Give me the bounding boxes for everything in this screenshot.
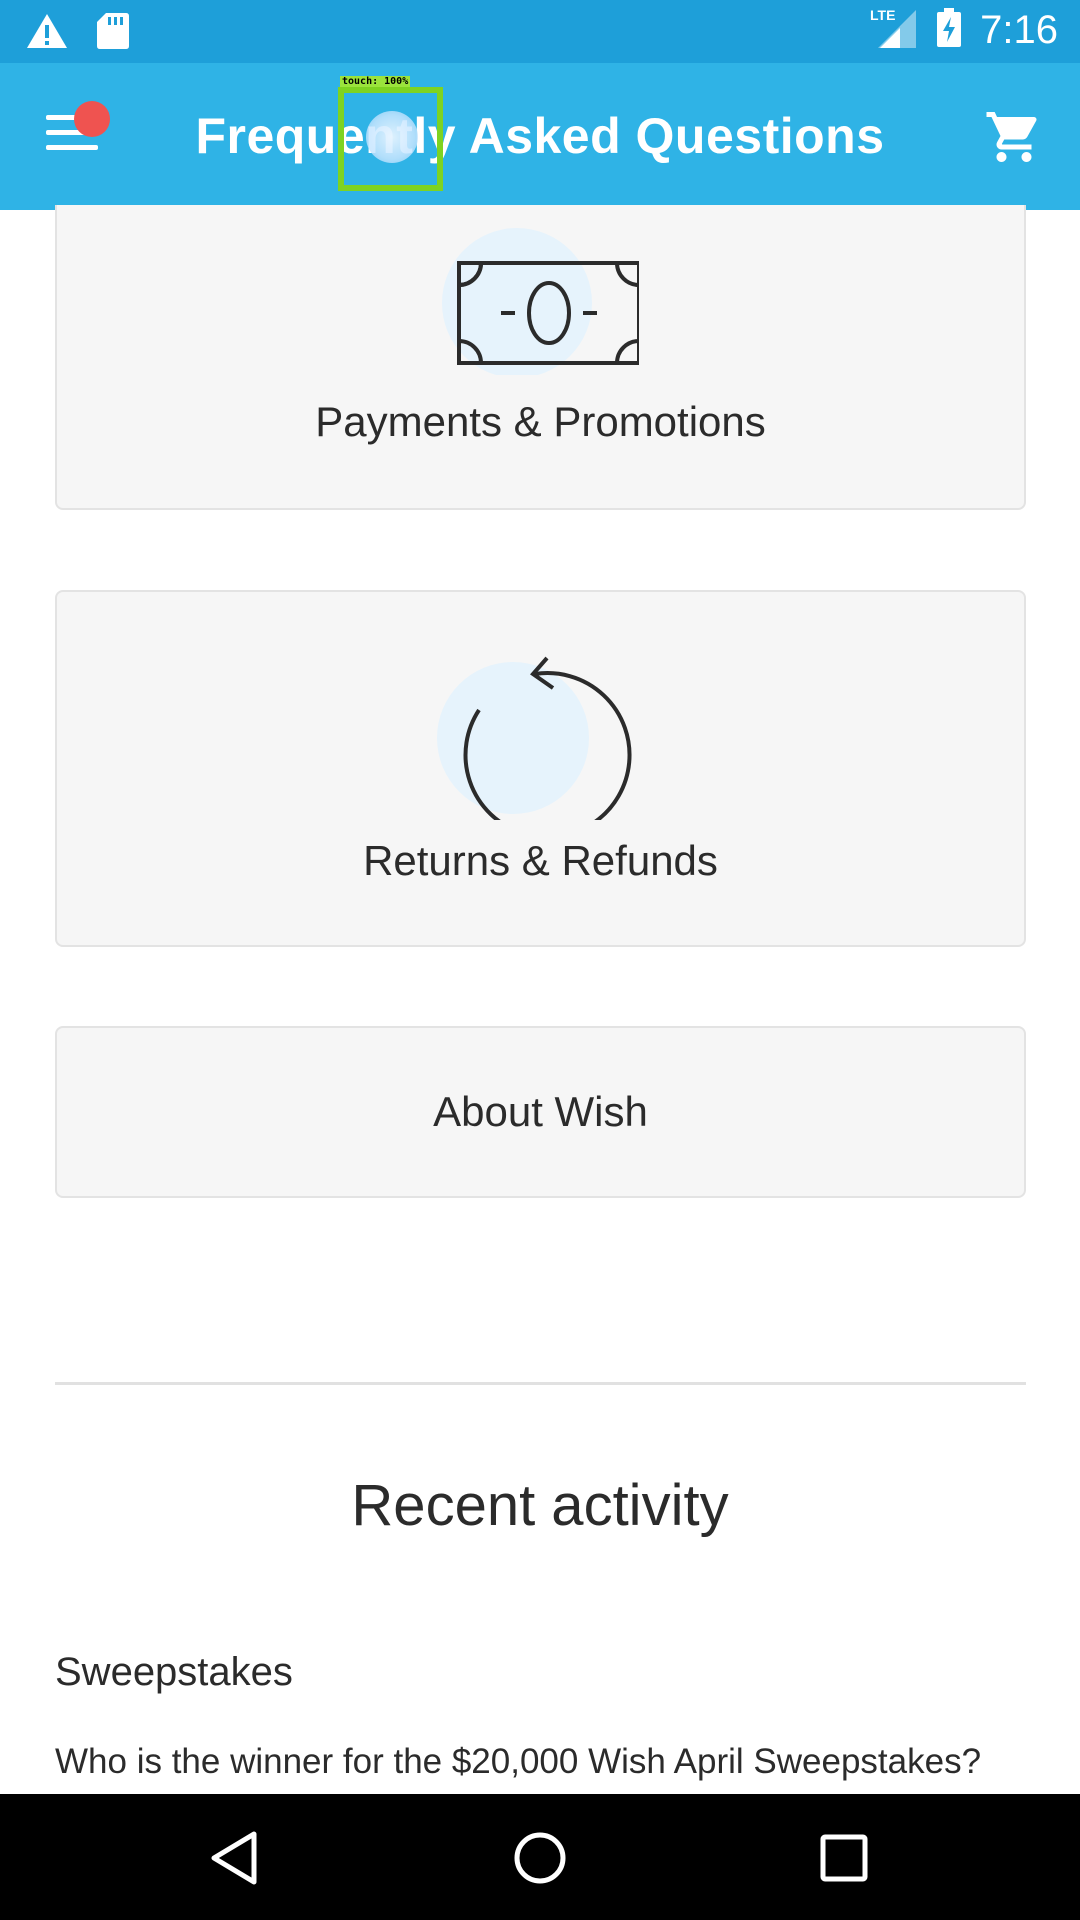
app-bar: Frequently Asked Questions	[0, 63, 1080, 210]
status-time: 7:16	[980, 8, 1058, 52]
page-title: Frequently Asked Questions	[195, 108, 885, 164]
recent-activity-title: Recent activity	[351, 1473, 729, 1538]
touch-label: touch: 100%	[340, 76, 411, 87]
section-divider	[55, 1382, 1026, 1385]
activity-category: Sweepstakes	[55, 1650, 293, 1694]
faq-card-label: Payments & Promotions	[315, 398, 766, 445]
faq-card-returns[interactable]: Returns & Refunds	[55, 590, 1026, 947]
status-bar: LTE 7:16	[0, 0, 1080, 63]
sd-card-icon	[96, 12, 130, 55]
activity-question-link[interactable]: Who is the winner for the $20,000 Wish A…	[55, 1742, 1055, 1782]
faq-card-payments[interactable]: Payments & Promotions	[55, 205, 1026, 510]
faq-card-about[interactable]: About Wish	[55, 1026, 1026, 1198]
network-label: LTE	[870, 7, 895, 23]
banknote-icon	[439, 225, 641, 378]
system-nav-bar	[0, 1794, 1080, 1920]
home-icon[interactable]	[504, 1822, 576, 1894]
shopping-cart-icon[interactable]	[984, 107, 1044, 167]
recents-icon[interactable]	[808, 1822, 880, 1894]
faq-card-label: About Wish	[433, 1088, 648, 1135]
warning-icon	[26, 12, 68, 55]
faq-card-label: Returns & Refunds	[363, 837, 718, 884]
touch-highlight-box	[338, 87, 443, 191]
refresh-arrow-icon	[435, 640, 655, 840]
battery-charging-icon	[936, 8, 962, 53]
back-icon[interactable]	[200, 1822, 272, 1894]
signal-icon: LTE	[870, 6, 918, 55]
